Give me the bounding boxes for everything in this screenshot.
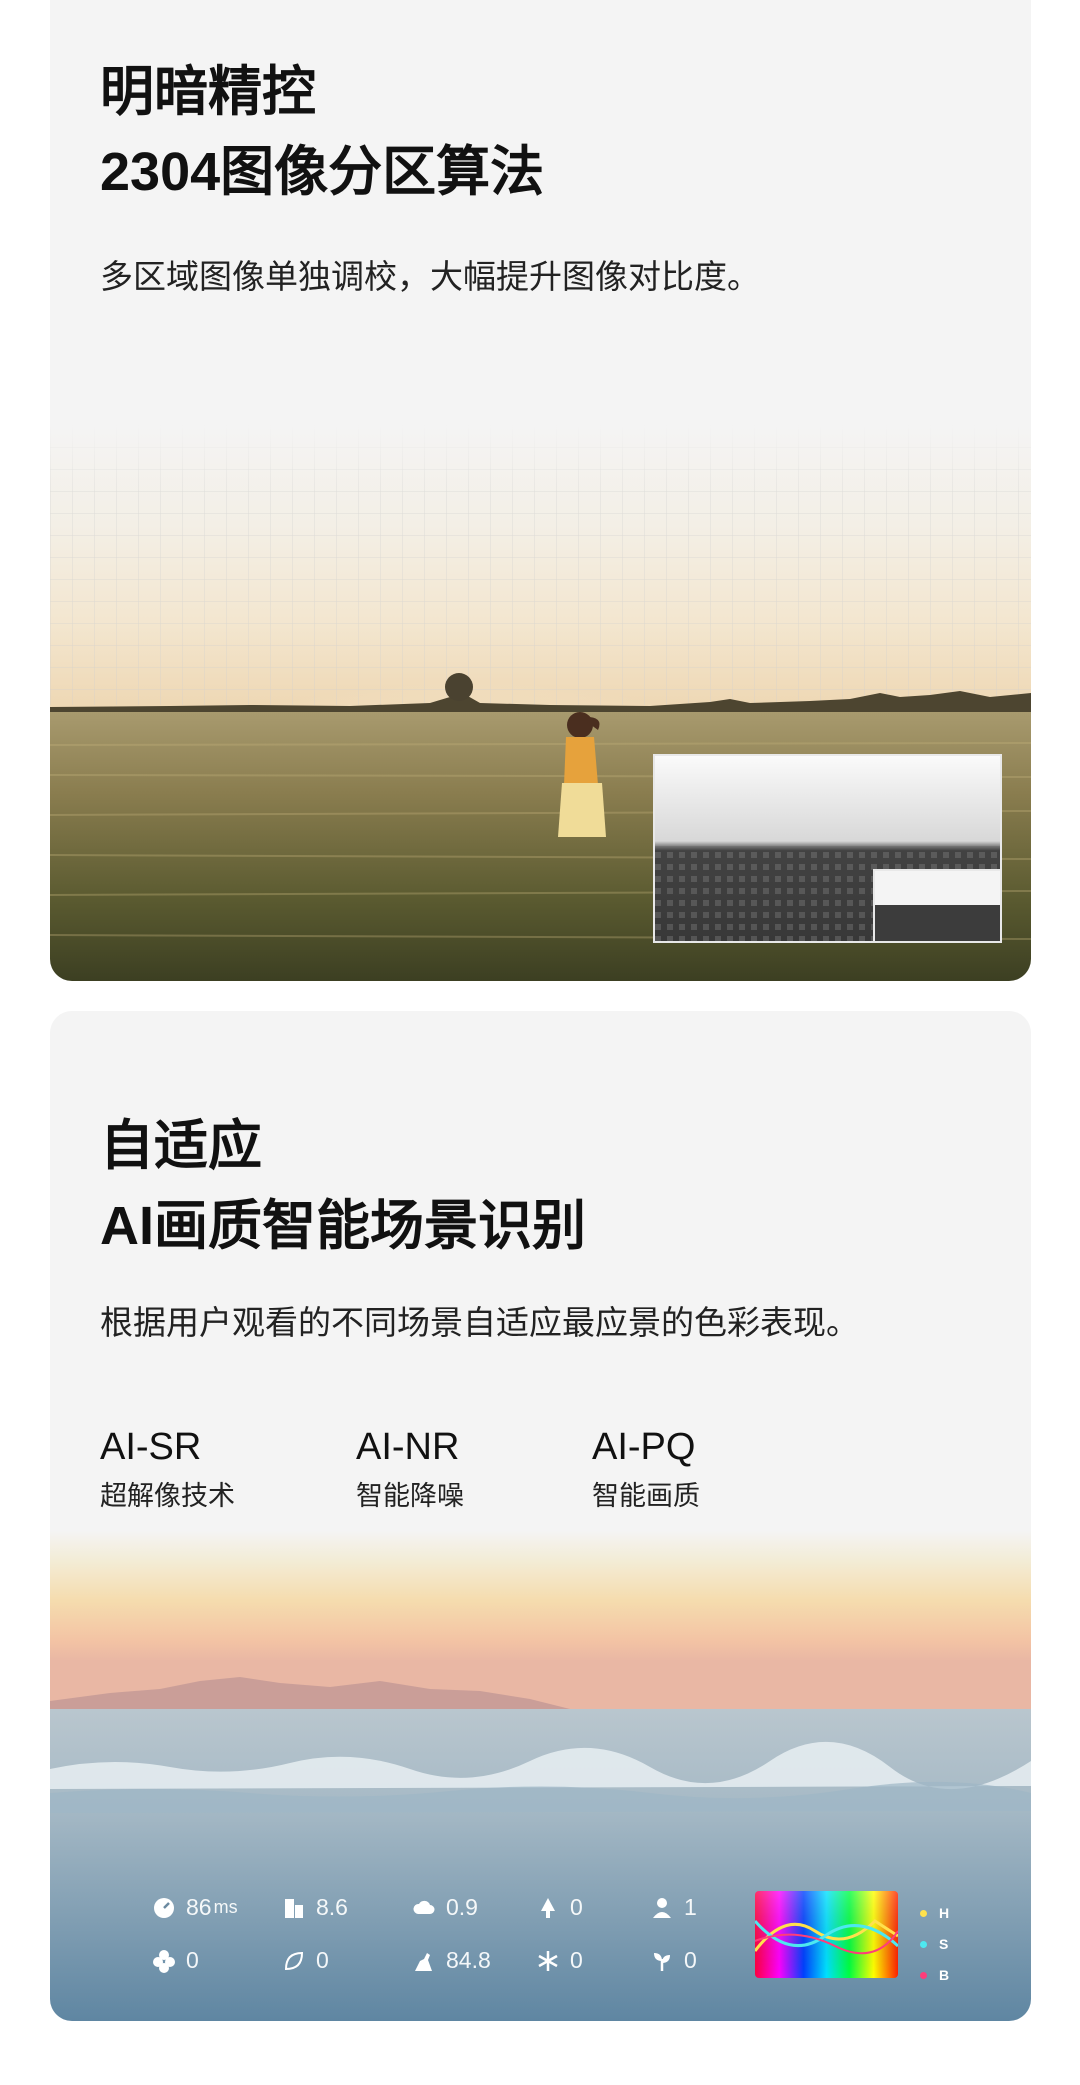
feature-name: 智能降噪 (356, 1481, 464, 1511)
stat-value: 0.9 (446, 1894, 478, 1920)
gauge-icon (154, 1897, 174, 1918)
cloud-icon (413, 1900, 435, 1914)
legend-dot (920, 1909, 927, 1917)
title-line-2: AI画质智能场景识别 (100, 1196, 586, 1256)
ai-scene-card: 自适应 AI画质智能场景识别 根据用户观看的不同场景自适应最应景的色彩表现。 A… (50, 1011, 1031, 2021)
snowflake-icon (538, 1950, 558, 1971)
stat-value: 0 (316, 1947, 329, 1973)
feature-ai-sr: AI-SR 超解像技术 (100, 1424, 235, 1513)
zone-dimming-card: 明暗精控 2304图像分区算法 多区域图像单独调校，大幅提升图像对比度。 (50, 0, 1031, 981)
stat-person: 1 (650, 1894, 697, 1921)
zone-map-detail (873, 869, 1000, 941)
ai-scene-title: 自适应 AI画质智能场景识别 (100, 1106, 586, 1266)
stat-value: 0 (570, 1947, 583, 1973)
feature-ai-nr: AI-NR 智能降噪 (356, 1424, 464, 1513)
zone-dimming-description: 多区域图像单独调校，大幅提升图像对比度。 (100, 258, 760, 295)
leaf-icon (284, 1951, 304, 1970)
stat-latency: 86 ms (152, 1894, 238, 1921)
stat-value: 86 (186, 1894, 212, 1920)
stat-building: 8.6 (282, 1894, 348, 1921)
hsb-histogram (755, 1891, 898, 1978)
feature-code: AI-SR (100, 1426, 202, 1468)
legend-label: H (939, 1905, 950, 1921)
legend-label: S (939, 1936, 949, 1952)
wheat-field-image (50, 425, 1031, 981)
building-icon (285, 1898, 303, 1918)
title-line-1: 明暗精控 (100, 62, 316, 122)
legend-h: H (920, 1905, 949, 1921)
feature-name: 超解像技术 (100, 1481, 235, 1511)
plant-icon (654, 1952, 670, 1971)
zone-map-preview (653, 754, 1002, 943)
legend-s: S (920, 1936, 948, 1952)
ocean-sunset-image: 86 ms 8.6 0.9 0 1 0 0 84.8 0 0 H S B (50, 1531, 1031, 2021)
ai-scene-description: 根据用户观看的不同场景自适应最应景的色彩表现。 (100, 1304, 859, 1341)
feature-code: AI-NR (356, 1426, 460, 1468)
feature-name: 智能画质 (592, 1481, 700, 1511)
stat-leaf: 0 (282, 1947, 329, 1974)
stat-value: 0 (684, 1947, 697, 1973)
stat-plant: 0 (650, 1947, 697, 1974)
stat-unit: ms (213, 1897, 238, 1917)
stat-snow: 0 (536, 1947, 583, 1974)
stat-cloud: 0.9 (412, 1894, 478, 1921)
legend-dot (920, 1940, 927, 1948)
stat-flower: 0 (152, 1947, 199, 1974)
person-icon (653, 1897, 671, 1918)
feature-code: AI-PQ (592, 1426, 696, 1468)
stat-value: 1 (684, 1894, 697, 1920)
tree-icon (541, 1897, 555, 1918)
animal-icon (415, 1952, 432, 1971)
title-line-2: 2304图像分区算法 (100, 142, 545, 202)
stat-value: 8.6 (316, 1894, 348, 1920)
legend-b: B (920, 1967, 949, 1983)
flower-icon (153, 1949, 175, 1973)
stat-value: 0 (570, 1894, 583, 1920)
feature-ai-pq: AI-PQ 智能画质 (592, 1424, 700, 1513)
stat-value: 84.8 (446, 1947, 491, 1973)
stat-animal: 84.8 (412, 1947, 491, 1974)
zone-dimming-title: 明暗精控 2304图像分区算法 (100, 52, 544, 212)
stat-tree: 0 (536, 1894, 583, 1921)
stat-value: 0 (186, 1947, 199, 1973)
legend-label: B (939, 1967, 950, 1983)
title-line-1: 自适应 (100, 1116, 262, 1176)
legend-dot (920, 1971, 927, 1979)
